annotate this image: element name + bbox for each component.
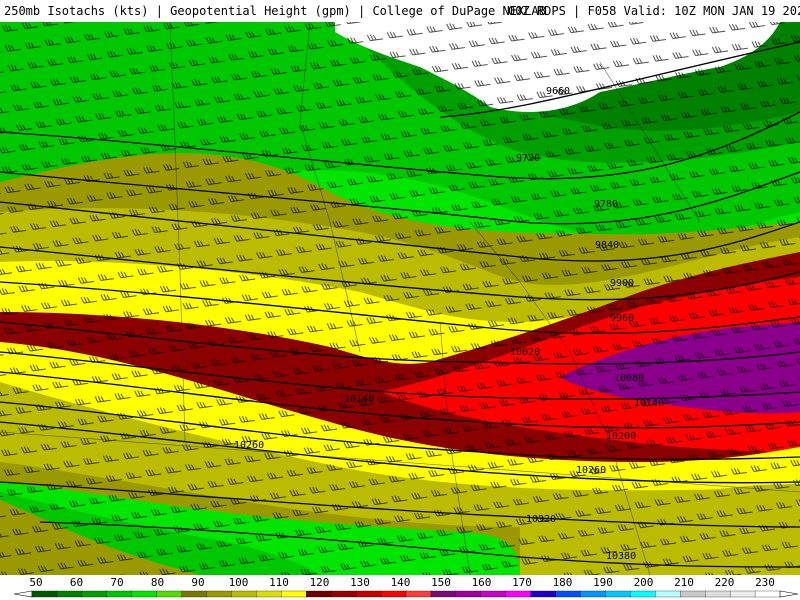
header-run-info: 00Z RDPS | F058 Valid: 10Z MON JAN 19 20… xyxy=(508,4,800,18)
colorbar-swatch xyxy=(131,590,158,598)
colorbar-swatch xyxy=(81,590,108,598)
colorbar-swatch xyxy=(355,590,382,598)
colorbar-label: 70 xyxy=(110,576,123,589)
colorbar-swatch xyxy=(680,590,706,598)
colorbar-label: 210 xyxy=(674,576,694,589)
contour-label: 9960 xyxy=(610,313,634,324)
colorbar-arrow-right xyxy=(779,590,799,598)
colorbar-swatch xyxy=(106,590,133,598)
colorbar-swatch xyxy=(580,590,607,598)
colorbar-swatch xyxy=(256,590,282,598)
colorbar-label: 230 xyxy=(755,576,775,589)
colorbar-label: 180 xyxy=(553,576,573,589)
colorbar-label: 200 xyxy=(634,576,654,589)
contour-label: 10140 xyxy=(344,394,374,405)
colorbar-label: 130 xyxy=(350,576,370,589)
contour-label: 10260 xyxy=(234,440,264,451)
colorbar-label: 90 xyxy=(191,576,204,589)
colorbar-label: 170 xyxy=(512,576,532,589)
contour-label: 10200 xyxy=(606,431,636,442)
colorbar-label: 100 xyxy=(229,576,249,589)
isotach-colorbar: 50 60 70 80 90 100 110 120 130 140 150 160 170 180 190… xyxy=(13,576,799,598)
colorbar-swatch xyxy=(31,590,58,598)
colorbar-swatch xyxy=(206,590,233,598)
colorbar-swatch xyxy=(281,590,307,598)
colorbar-swatch xyxy=(231,590,258,598)
colorbar-swatch xyxy=(754,590,781,598)
colorbar-swatch xyxy=(430,590,457,598)
colorbar-swatch xyxy=(605,590,632,598)
colorbar-swatch xyxy=(480,590,507,598)
colorbar-swatch xyxy=(705,590,731,598)
colorbar-swatch xyxy=(455,590,482,598)
colorbar-labels: 50 60 70 80 90 100 110 120 130 140 150 160 170 180 190… xyxy=(29,576,775,589)
colorbar-label: 150 xyxy=(431,576,451,589)
contour-label: 9840 xyxy=(595,240,619,251)
header-title: 250mb Isotachs (kts) | Geopotential Heig… xyxy=(4,4,546,18)
wind-map: 9660 9720 9780 9840 9900 9960 10020 1008… xyxy=(0,22,800,575)
colorbar-label: 120 xyxy=(310,576,330,589)
colorbar-arrow-left xyxy=(13,590,33,598)
colorbar-swatches xyxy=(13,590,799,598)
colorbar-label: 80 xyxy=(151,576,164,589)
colorbar-swatch xyxy=(555,590,582,598)
contour-label: 9660 xyxy=(546,86,570,97)
colorbar-label: 110 xyxy=(269,576,289,589)
colorbar-swatch xyxy=(181,590,208,598)
colorbar-swatch xyxy=(405,590,432,598)
contour-label: 10380 xyxy=(606,551,636,562)
contour-label: 10020 xyxy=(510,347,540,358)
colorbar-swatch xyxy=(380,590,407,598)
contour-label: 10140 xyxy=(634,398,664,409)
colorbar-label: 220 xyxy=(715,576,735,589)
colorbar-swatch xyxy=(630,590,656,598)
colorbar-swatch xyxy=(505,590,532,598)
colorbar-swatch xyxy=(729,590,756,598)
colorbar-swatch xyxy=(530,590,557,598)
colorbar-swatch xyxy=(306,590,332,598)
colorbar-label: 160 xyxy=(472,576,492,589)
contour-label: 10080 xyxy=(614,373,644,384)
colorbar-label: 190 xyxy=(593,576,613,589)
contour-label: 10260 xyxy=(576,465,606,476)
contour-label: 10320 xyxy=(526,514,556,525)
colorbar-swatch xyxy=(56,590,83,598)
colorbar-label: 60 xyxy=(70,576,83,589)
colorbar-swatch xyxy=(156,590,183,598)
contour-label: 9900 xyxy=(610,278,634,289)
wind-barbs xyxy=(0,22,800,575)
colorbar-swatch xyxy=(655,590,681,598)
map-header: 250mb Isotachs (kts) | Geopotential Heig… xyxy=(0,0,800,22)
colorbar-label: 50 xyxy=(29,576,42,589)
contour-label: 9780 xyxy=(594,199,618,210)
colorbar-swatch xyxy=(331,590,357,598)
colorbar-label: 140 xyxy=(391,576,411,589)
contour-label: 9720 xyxy=(516,153,540,164)
